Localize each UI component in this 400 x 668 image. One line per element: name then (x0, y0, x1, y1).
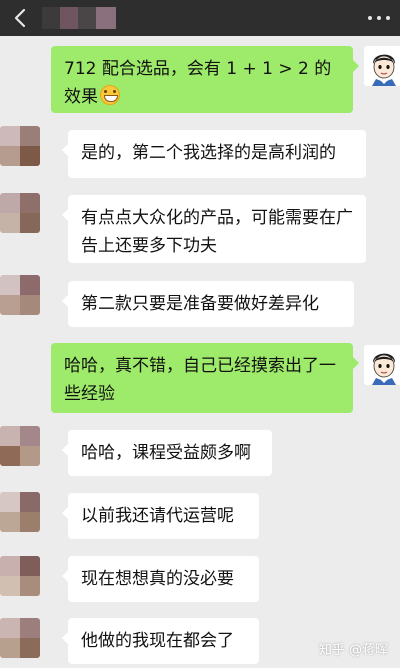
sender-avatar-obscured[interactable] (0, 126, 40, 166)
message-bubble-incoming[interactable]: 以前我还请代运营呢 (62, 493, 259, 539)
message-text: 哈哈，真不错，自己已经摸索出了一些经验 (64, 356, 336, 404)
sender-avatar-obscured[interactable] (0, 618, 40, 658)
sender-avatar-obscured[interactable] (0, 275, 40, 315)
message-text: 以前我还请代运营呢 (81, 506, 234, 526)
chat-header (0, 0, 400, 36)
message-text: 现在想想真的没必要 (81, 569, 234, 589)
my-avatar[interactable] (364, 46, 400, 86)
cartoon-face-icon (372, 54, 396, 86)
sender-avatar-obscured[interactable] (0, 556, 40, 596)
chevron-left-icon[interactable] (10, 7, 32, 29)
more-dots-icon[interactable] (368, 16, 390, 20)
message-bubble-incoming[interactable]: 有点点大众化的产品，可能需要在广告上还要多下功夫 (62, 195, 366, 263)
cartoon-face-icon (372, 353, 396, 385)
message-bubble-outgoing[interactable]: 712 配合选品，会有 1 + 1 > 2 的效果 (51, 46, 359, 113)
sender-avatar-obscured[interactable] (0, 492, 40, 532)
message-text: 他做的我现在都会了 (81, 631, 234, 651)
message-bubble-incoming[interactable]: 哈哈，课程受益颇多啊 (62, 430, 272, 476)
message-bubble-incoming[interactable]: 第二款只要是准备要做好差异化 (62, 281, 354, 327)
sender-avatar-obscured[interactable] (0, 193, 40, 233)
message-text: 第二款只要是准备要做好差异化 (81, 294, 319, 314)
sender-avatar-obscured[interactable] (0, 426, 40, 466)
message-text: 是的，第二个我选择的是高利润的 (81, 143, 336, 163)
message-bubble-incoming[interactable]: 是的，第二个我选择的是高利润的 (62, 130, 366, 178)
my-avatar[interactable] (364, 345, 400, 385)
message-text: 有点点大众化的产品，可能需要在广告上还要多下功夫 (81, 208, 353, 256)
message-text: 哈哈，课程受益颇多啊 (81, 443, 251, 463)
chat-title-obscured (42, 7, 116, 29)
message-bubble-incoming[interactable]: 现在想想真的没必要 (62, 556, 259, 602)
message-bubble-outgoing[interactable]: 哈哈，真不错，自己已经摸索出了一些经验 (51, 343, 359, 413)
grinning-face-emoji-icon (100, 85, 120, 105)
zhihu-watermark: 知乎 @蒋晖 (318, 643, 388, 658)
message-bubble-incoming[interactable]: 他做的我现在都会了 (62, 618, 259, 664)
